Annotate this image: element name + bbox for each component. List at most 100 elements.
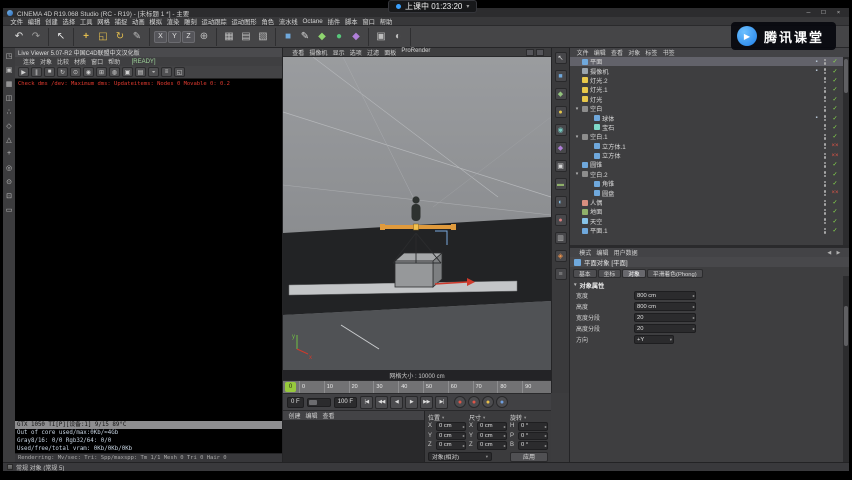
prev-key-button[interactable]: ◀◀ [375, 395, 389, 409]
attribute-menu-item[interactable]: 用户数据 [611, 248, 640, 257]
tree-row[interactable]: 灯光.1 ✓ [570, 85, 843, 94]
octane-pause-icon[interactable]: ∥ [31, 67, 42, 77]
enable-mark-icon[interactable]: ✓ [829, 227, 841, 234]
menu-item[interactable]: Octane [300, 18, 325, 25]
goto-start-button[interactable]: |◀ [360, 395, 374, 409]
attribute-tab[interactable]: 坐标 [597, 269, 622, 278]
pen-spline-button[interactable]: ✎ [297, 29, 313, 45]
visibility-dots-icon[interactable] [823, 68, 826, 75]
menu-item[interactable]: 工具 [78, 17, 95, 26]
primitive-cube-button[interactable]: ■ [280, 29, 296, 45]
object-manager-menu-item[interactable]: 文件 [574, 48, 591, 57]
four-view-icon[interactable] [536, 48, 545, 56]
side-settings-icon[interactable]: ≡ [554, 268, 567, 280]
coordinate-input[interactable]: 0 cm [436, 441, 466, 450]
visibility-dots-icon[interactable] [823, 180, 826, 187]
octane-render-view[interactable]: Check dms /dev: Maximum dms: Updateitems… [15, 79, 282, 421]
coordinate-mode-select[interactable]: 对象(相对) [428, 452, 492, 461]
enable-mark-icon[interactable]: ×× [829, 143, 841, 149]
tree-row[interactable]: 人偶 ✓ [570, 198, 843, 207]
viewport-canvas[interactable]: y x 网格大小 : 10000 cm [283, 57, 551, 380]
visibility-dots-icon[interactable] [823, 58, 826, 65]
menu-item[interactable]: 编辑 [25, 17, 42, 26]
field-input[interactable]: +Y [634, 335, 674, 344]
tree-row[interactable]: 圆盘 ×× [570, 188, 843, 198]
object-manager-menu-item[interactable]: 编辑 [591, 48, 608, 57]
minimize-button[interactable]: ─ [802, 10, 815, 16]
enable-mark-icon[interactable]: ×× [829, 153, 841, 159]
expand-arrow-icon[interactable]: ▾ [574, 106, 580, 112]
octane-film-settings-icon[interactable]: ▤ [135, 67, 146, 77]
visibility-dots-icon[interactable] [823, 96, 826, 103]
object-name[interactable]: 摄像机 [590, 67, 609, 76]
coordinate-input[interactable]: 0 cm [477, 431, 507, 440]
workplane-lock-icon[interactable]: ⊡ [5, 191, 14, 200]
octane-expand-icon[interactable]: ◱ [174, 67, 185, 77]
tree-row[interactable]: 天空 ✓ [570, 217, 843, 226]
timeline-playhead[interactable]: 0 [285, 382, 296, 392]
rotate-tool[interactable]: ↻ [112, 29, 128, 45]
autokey-button[interactable] [468, 396, 481, 408]
object-name[interactable]: 圆盘 [602, 189, 614, 198]
current-frame-field[interactable]: 0 F [287, 396, 304, 408]
maximize-button[interactable]: ☐ [817, 10, 830, 16]
material-menu-item[interactable]: 查看 [320, 411, 337, 420]
expand-arrow-icon[interactable]: ▾ [574, 134, 580, 140]
object-name[interactable]: 空白 [590, 104, 602, 113]
object-name[interactable]: 球体 [602, 114, 614, 123]
menu-item[interactable]: 运动跟踪 [199, 17, 229, 26]
enable-mark-icon[interactable]: ✓ [829, 180, 841, 187]
object-name[interactable]: 角锥 [602, 179, 614, 188]
enable-mark-icon[interactable]: ✓ [829, 86, 841, 93]
octane-lock-camera-icon[interactable]: ▣ [122, 67, 133, 77]
object-manager-menu-item[interactable]: 对象 [626, 48, 643, 57]
coordinate-input[interactable]: 0 ° [518, 431, 548, 440]
octane-menu-item[interactable]: 对象 [38, 57, 55, 66]
menu-item[interactable]: 渲染 [164, 17, 181, 26]
quantize-icon[interactable]: ▭ [5, 205, 14, 214]
visibility-dots-icon[interactable] [823, 77, 826, 84]
attribute-tab[interactable]: 对象 [622, 269, 646, 278]
tree-row[interactable]: 立方体.1 ×× [570, 142, 843, 151]
visibility-dots-icon[interactable] [823, 161, 826, 168]
enable-mark-icon[interactable]: ✓ [829, 58, 841, 65]
enable-mark-icon[interactable]: ✓ [829, 115, 841, 122]
history-nav-icons[interactable]: ◀ ▶ [825, 250, 845, 256]
side-camera-icon[interactable]: ▣ [554, 160, 567, 172]
tree-row[interactable]: 宝石 ✓ [570, 123, 843, 132]
viewport-menu-item[interactable]: 面板 [382, 48, 399, 57]
timeline-ruler[interactable]: 0 0 10 20 30 40 50 60 70 80 90 [283, 380, 551, 393]
object-name[interactable]: 灯光.1 [590, 85, 608, 94]
move-tool[interactable]: + [78, 29, 94, 45]
tree-row[interactable]: 灯光.2 ✓ [570, 76, 843, 85]
tree-row[interactable]: 圆锥 ✓ [570, 160, 843, 169]
side-spline-icon[interactable]: ◆ [554, 88, 567, 100]
object-manager-scrollbar[interactable] [843, 57, 849, 245]
menu-item[interactable]: 创建 [43, 17, 60, 26]
model-mode-icon[interactable]: ▣ [5, 65, 14, 74]
object-name[interactable]: 天空 [590, 217, 602, 226]
octane-restart-icon[interactable]: ↻ [57, 67, 68, 77]
enable-mark-icon[interactable]: ×× [829, 190, 841, 196]
coordinate-input[interactable]: 0 ° [518, 422, 548, 431]
object-name[interactable]: 平面 [590, 57, 602, 66]
visibility-dots-icon[interactable] [823, 86, 826, 93]
goto-end-button[interactable]: ▶| [435, 395, 449, 409]
object-name[interactable]: 空白.1 [590, 132, 608, 141]
texture-mode-icon[interactable]: ▦ [5, 79, 14, 88]
menu-item[interactable]: 角色 [259, 17, 276, 26]
coordinate-column-header[interactable]: 旋转 [510, 413, 548, 422]
side-select-icon[interactable]: ↖ [554, 52, 567, 64]
viewport-solo-icon[interactable]: ◎ [5, 163, 14, 172]
coordinate-column-header[interactable]: 尺寸 [469, 413, 507, 422]
viewport-menu-item[interactable]: 摄像机 [307, 48, 330, 57]
tree-row[interactable]: 灯光 ✓ [570, 95, 843, 104]
object-name[interactable]: 人偶 [590, 198, 602, 207]
viewport-menu-item[interactable]: ProRender [399, 48, 433, 57]
convert-editable-icon[interactable]: ◳ [5, 51, 14, 60]
octane-menu-item[interactable]: 帮助 [106, 57, 123, 66]
enable-mark-icon[interactable]: ✓ [829, 199, 841, 206]
visibility-dots-icon[interactable] [823, 218, 826, 225]
attribute-menu-item[interactable]: 模式 [577, 248, 594, 257]
record-keyframe-button[interactable] [454, 396, 467, 408]
